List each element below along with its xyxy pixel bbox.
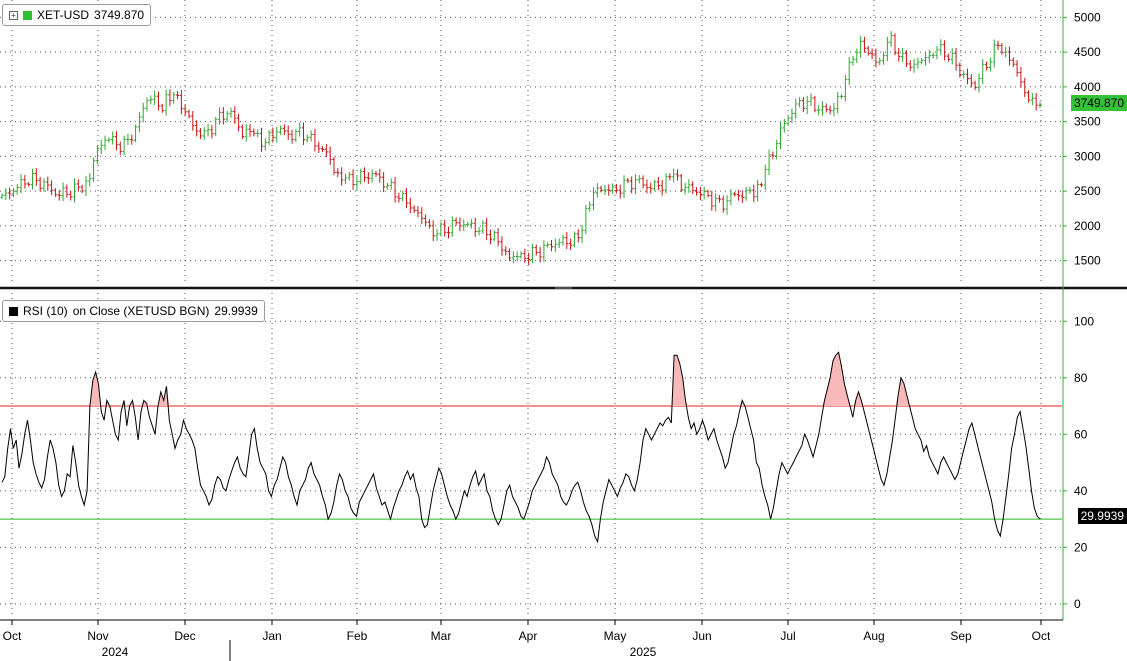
x-month-label: Oct [1032, 629, 1051, 643]
rsi-legend-source: on Close (XETUSD BGN) [72, 304, 210, 318]
x-month-label: Jun [692, 629, 711, 643]
price-y-tick-label: 2000 [1074, 219, 1101, 233]
chart-window: 1500 2000 2500 3000 3500 4000 4500 5000 0 20 40 60 8… [0, 0, 1127, 661]
x-month-label: Nov [87, 629, 108, 643]
chart-canvas[interactable]: 1500 2000 2500 3000 3500 4000 4500 5000 0 20 40 60 8… [0, 0, 1127, 661]
x-month-label: Oct [3, 629, 22, 643]
rsi-y-tick-label: 40 [1074, 484, 1088, 498]
price-y-tick-label: 4500 [1074, 45, 1101, 59]
rsi-last-tag: 29.9939 [1077, 508, 1127, 524]
rsi-y-tick-label: 0 [1074, 597, 1081, 611]
x-month-label: Sep [950, 629, 972, 643]
rsi-y-tick-label: 80 [1074, 371, 1088, 385]
x-year-label: 2025 [630, 645, 657, 659]
price-y-tick-label: 3500 [1074, 115, 1101, 129]
price-legend-label: XET-USD [37, 8, 90, 22]
price-y-tick-label: 1500 [1074, 254, 1101, 268]
rsi-legend-label: RSI (10) [23, 304, 68, 318]
price-y-tick-label: 4000 [1074, 80, 1101, 94]
price-series-swatch [23, 10, 32, 20]
rsi-legend-value: 29.9939 [214, 304, 258, 318]
price-legend-value: 3749.870 [94, 8, 145, 22]
x-month-label: Jan [262, 629, 281, 643]
price-last-tag: 3749.870 [1070, 95, 1127, 111]
rsi-line [1, 351, 1041, 544]
x-month-label: Mar [431, 629, 452, 643]
rsi-y-tick-label: 20 [1074, 540, 1088, 554]
expand-icon[interactable]: + [9, 10, 18, 20]
rsi-y-tick-label: 100 [1074, 314, 1094, 328]
x-month-label: Dec [174, 629, 195, 643]
rsi-y-tick-label: 60 [1074, 427, 1088, 441]
x-month-label: Feb [347, 629, 368, 643]
rsi-overbought-fill [821, 352, 850, 407]
x-month-label: Jul [780, 629, 795, 643]
rsi-series-swatch [9, 306, 18, 316]
x-month-label: May [604, 629, 627, 643]
price-y-tick-label: 3000 [1074, 149, 1101, 163]
x-month-label: Aug [863, 629, 884, 643]
rsi-legend[interactable]: RSI (10) on Close (XETUSD BGN) 29.9939 [2, 300, 265, 322]
x-year-label: 2024 [102, 645, 129, 659]
price-y-tick-label: 2500 [1074, 184, 1101, 198]
price-y-tick-label: 5000 [1074, 10, 1101, 24]
price-legend[interactable]: + XET-USD 3749.870 [2, 4, 152, 26]
x-month-label: Apr [519, 629, 538, 643]
